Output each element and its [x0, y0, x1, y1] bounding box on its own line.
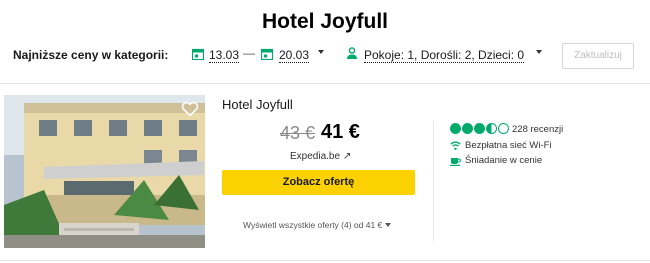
heart-icon[interactable] [181, 101, 199, 117]
rating-bubble [450, 123, 461, 134]
update-button[interactable]: Zaktualizuj [562, 43, 634, 69]
rating-bubble [486, 123, 497, 134]
wifi-icon [450, 141, 461, 150]
calendar-icon[interactable] [192, 48, 204, 60]
chevron-down-icon[interactable] [318, 50, 324, 54]
divider [433, 121, 434, 241]
current-price: 41 € [321, 121, 360, 143]
divider [0, 83, 650, 84]
rating-bubble [474, 123, 485, 134]
calendar-icon[interactable] [261, 48, 273, 60]
divider [0, 260, 650, 261]
old-price: 43 € [280, 123, 316, 143]
amenity-wifi: Bezpłatna sieć Wi-Fi [465, 140, 552, 151]
breakfast-icon [450, 158, 461, 166]
checkout-date[interactable]: 20.03 [279, 48, 310, 63]
all-offers-link[interactable]: Wyświetl wszystkie oferty (4) od 41 € [243, 220, 392, 230]
amenity-breakfast: Śniadanie w cenie [465, 155, 543, 166]
checkin-date[interactable]: 13.03 [209, 48, 240, 63]
date-separator: — [243, 46, 255, 60]
filter-bar: Najniższe ceny w kategorii: 13.03 — 20.0… [0, 43, 650, 69]
guests-selector[interactable]: Pokoje: 1, Dorośli: 2, Dzieci: 0 [364, 48, 525, 63]
review-count[interactable]: 228 recenzji [512, 124, 563, 135]
rating-bubble [462, 123, 473, 134]
view-offer-button[interactable]: Zobacz ofertę [222, 170, 415, 195]
chevron-down-icon [385, 223, 392, 227]
chevron-down-icon[interactable] [536, 50, 542, 54]
all-offers-label: Wyświetl wszystkie oferty (4) od 41 € [243, 220, 383, 230]
rating-bubble [498, 123, 509, 134]
provider-link[interactable]: Expedia.be ↗ [290, 151, 351, 162]
hotel-name[interactable]: Hotel Joyfull [222, 97, 293, 112]
page-title: Hotel Joyfull [261, 10, 388, 33]
filter-label: Najniższe ceny w kategorii: [13, 48, 169, 62]
hotel-photo[interactable] [4, 95, 205, 248]
guests-icon [347, 47, 357, 59]
